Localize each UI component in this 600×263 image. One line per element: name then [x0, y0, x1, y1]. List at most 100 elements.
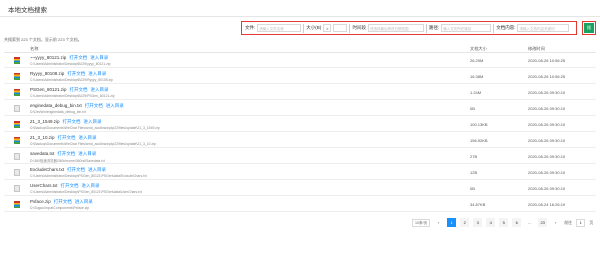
- file-name-line: Ryyyy_80108.zip 打开文档 进入目录: [30, 71, 106, 77]
- file-name-line: ExcludeChars.txt 打开文档 进入目录: [30, 167, 106, 173]
- open-file-link[interactable]: 打开文档: [58, 135, 76, 140]
- goto-suffix: 页: [589, 219, 594, 225]
- page-button-4[interactable]: 4: [486, 218, 496, 227]
- next-page-button[interactable]: ›: [551, 218, 560, 227]
- column-modified[interactable]: 修改时间: [528, 46, 545, 52]
- file-name: ExcludeChars.txt: [30, 167, 65, 172]
- page-button-last[interactable]: 23: [538, 218, 548, 227]
- open-directory-link[interactable]: 进入目录: [88, 167, 106, 172]
- file-modified-time: 2020-08-26 10:56:25: [528, 58, 566, 63]
- open-directory-link[interactable]: 进入目录: [82, 183, 100, 188]
- archive-icon: [14, 201, 20, 208]
- file-name-input[interactable]: 请输入文件名称: [257, 24, 302, 32]
- goto-page-input[interactable]: 1: [576, 218, 586, 227]
- file-modified-time: 2020-08-26 09:30:10: [528, 186, 566, 191]
- open-directory-link[interactable]: 进入目录: [79, 135, 97, 140]
- filter-bar: 文件: 请输入文件名称 大小(B) ≥ 时间段 请选择最后修改日期范围 路径: …: [241, 21, 577, 35]
- file-name-line: 21_3_1549.zip 打开文档 进入目录: [30, 119, 102, 125]
- file-name-line: enginedata_debug_bin.txt 打开文档 进入目录: [30, 103, 124, 109]
- open-file-link[interactable]: 打开文档: [69, 55, 87, 60]
- divider: [349, 23, 351, 33]
- file-modified-time: 2020-08-26 09:30:10: [528, 154, 566, 159]
- page-button-6[interactable]: 6: [512, 218, 522, 227]
- open-directory-link[interactable]: 进入目录: [84, 119, 102, 124]
- document-icon: [14, 153, 20, 160]
- content-keyword-input[interactable]: 请输入文档内容关键词: [517, 24, 570, 32]
- file-modified-time: 2020-08-26 09:30:10: [528, 106, 566, 111]
- file-size: 100.13KB: [470, 122, 488, 127]
- open-file-link[interactable]: 打开文档: [54, 199, 72, 204]
- open-file-link[interactable]: 打开文档: [61, 183, 79, 188]
- file-path: C:\Users\Administrator\Desktop\BJ29\PSGe…: [30, 94, 115, 98]
- open-directory-link[interactable]: 进入目录: [106, 103, 124, 108]
- size-input[interactable]: [333, 24, 348, 32]
- archive-icon: [14, 137, 20, 144]
- file-modified-time: 2020-08-26 09:30:10: [528, 122, 566, 127]
- archive-icon: [14, 57, 20, 64]
- file-name: 21_3_10.zip: [30, 135, 55, 140]
- table-row[interactable]: Ryyyy_80108.zip 打开文档 进入目录 C:\Users\Administ…: [4, 70, 596, 84]
- document-icon: [14, 169, 20, 176]
- column-size[interactable]: 文档大小: [470, 46, 487, 52]
- page-button-2[interactable]: 2: [460, 218, 470, 227]
- open-directory-link[interactable]: 进入目录: [90, 55, 108, 60]
- file-size: 27B: [470, 154, 478, 159]
- file-name: 21_3_1549.zip: [30, 119, 60, 124]
- file-modified-time: 2020-08-26 09:30:10: [528, 138, 566, 143]
- time-range-picker[interactable]: 请选择最后修改日期范围: [367, 24, 424, 32]
- search-button[interactable]: 搜: [584, 23, 594, 33]
- file-name: PSGen_80121.zip: [30, 87, 67, 92]
- file-name-line: 21_3_10.zip 打开文档 进入目录: [30, 135, 97, 141]
- page-button-5[interactable]: 5: [499, 218, 509, 227]
- open-directory-link[interactable]: 进入目录: [78, 151, 96, 156]
- page-size-select[interactable]: 10条/页: [412, 218, 431, 227]
- open-file-link[interactable]: 打开文档: [67, 167, 85, 172]
- file-name: ~~yyyy_80121.zip: [30, 55, 67, 60]
- prev-page-button[interactable]: ‹: [434, 218, 443, 227]
- table-row[interactable]: PSGen_80121.zip 打开文档 进入目录 C:\Users\Administ…: [4, 86, 596, 100]
- table-row[interactable]: UserChars.txt 打开文档 进入目录 C:\Users\Administra…: [4, 182, 596, 196]
- file-name: Ryyyy_80108.zip: [30, 71, 65, 76]
- page-button-1[interactable]: 1: [447, 218, 457, 227]
- size-compare-select[interactable]: ≥: [323, 24, 332, 32]
- open-directory-link[interactable]: 进入目录: [88, 71, 106, 76]
- size-label: 大小(B): [306, 25, 322, 30]
- table-row[interactable]: 21_3_10.zip 打开文档 进入目录 D:\Backup\Documents\W…: [4, 134, 596, 148]
- content-label: 文档内容:: [496, 25, 516, 30]
- window-title: 本地文档搜索: [8, 7, 47, 14]
- file-modified-time: 2020-08-24 16:26:19: [528, 202, 566, 207]
- file-modified-time: 2020-08-26 09:30:10: [528, 90, 566, 95]
- table-row[interactable]: savedata.txt 打开文档 进入目录 D:\360极速浏览器\360chrom…: [4, 150, 596, 164]
- divider: [493, 23, 495, 33]
- file-name-line: Pxface.zip 打开文档 进入目录: [30, 199, 93, 205]
- pagination: 10条/页 ‹ 1 2 3 4 5 6 … 23 › 前往 1 页: [412, 218, 593, 227]
- open-directory-link[interactable]: 进入目录: [91, 87, 109, 92]
- document-icon: [14, 105, 20, 112]
- open-file-link[interactable]: 打开文档: [67, 71, 85, 76]
- file-path: C:\Users\Administrator\Desktop\BJ29\yyyy…: [30, 62, 111, 66]
- open-file-link[interactable]: 打开文档: [85, 103, 103, 108]
- column-name[interactable]: 名称: [30, 46, 38, 52]
- page-ellipsis[interactable]: …: [525, 218, 534, 227]
- open-file-link[interactable]: 打开文档: [63, 119, 81, 124]
- table-row[interactable]: ExcludeChars.txt 打开文档 进入目录 C:\Users\Adminis…: [4, 166, 596, 180]
- file-modified-time: 2020-08-26 09:30:10: [528, 170, 566, 175]
- file-name: Pxface.zip: [30, 199, 51, 204]
- file-path: C:\Users\Administrator\Desktop\PSGen_801…: [30, 174, 147, 178]
- open-file-link[interactable]: 打开文档: [70, 87, 88, 92]
- open-file-link[interactable]: 打开文档: [57, 151, 75, 156]
- page-button-3[interactable]: 3: [473, 218, 483, 227]
- file-name: enginedata_debug_bin.txt: [30, 103, 82, 108]
- table-row[interactable]: enginedata_debug_bin.txt 打开文档 进入目录 D:\Dev\b…: [4, 102, 596, 116]
- open-directory-link[interactable]: 进入目录: [75, 199, 93, 204]
- archive-icon: [14, 89, 20, 96]
- table-row[interactable]: 21_3_1549.zip 打开文档 进入目录 D:\Backup\Documents…: [4, 118, 596, 132]
- file-path: C:\Users\Administrator\Desktop\BJ29\Ryyy…: [30, 78, 113, 82]
- path-input[interactable]: 输入文件所在路径: [441, 24, 492, 32]
- table-row[interactable]: ~~yyyy_80121.zip 打开文档 进入目录 C:\Users\Adminis…: [4, 54, 596, 68]
- result-summary: 共搜索到 223 个文档，显示前 223 个文档。: [4, 37, 82, 42]
- file-path: C:\Users\Administrator\Desktop\PSGen_801…: [30, 190, 142, 194]
- table-row[interactable]: Pxface.zip 打开文档 进入目录 D:\Sogou\input\Compone…: [4, 198, 596, 212]
- file-size: 26.29M: [470, 58, 484, 63]
- file-path: D:\Sogou\input\Components\Pxface.zip: [30, 206, 90, 210]
